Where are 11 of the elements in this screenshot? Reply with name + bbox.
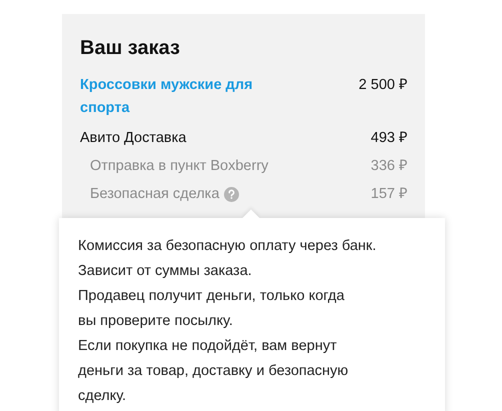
item-price: 336 ₽	[370, 157, 407, 176]
help-icon[interactable]	[224, 186, 240, 202]
item-price: 157 ₽	[370, 185, 407, 204]
order-title: Ваш заказ	[80, 36, 180, 60]
item-price: 2 500 ₽	[358, 76, 407, 95]
tooltip-text: Комиссия за безопасную оплату через банк. Зависит от суммы заказа. Продавец получит деньги, только когда вы проверите посылку. Если покупка не подойдёт, вам вернут деньги за товар, доставку и безопасную сделку.	[78, 237, 376, 406]
item-price: 493 ₽	[370, 129, 407, 148]
product-link[interactable]: Кроссовки мужские для спорта	[80, 74, 300, 120]
item-label: Отправка в пункт Boxberry	[90, 157, 268, 176]
item-label: Авито Доставка	[80, 129, 186, 148]
item-label: Безопасная сделка	[90, 185, 220, 204]
